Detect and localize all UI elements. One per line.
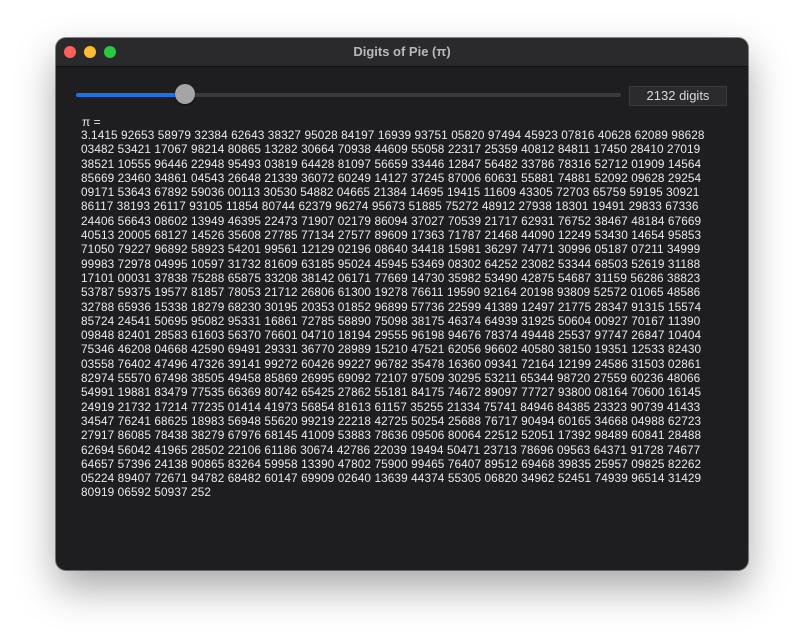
digit-count-field[interactable]: 2132 digits <box>629 86 727 106</box>
pi-digits-text: 3.1415 92653 58979 32384 62643 38327 950… <box>81 128 708 500</box>
window-title: Digits of Pie (π) <box>353 44 451 59</box>
digit-count-slider[interactable] <box>76 83 621 107</box>
title-bar[interactable]: Digits of Pie (π) <box>56 38 748 67</box>
slider-fill <box>76 93 185 97</box>
app-window: Digits of Pie (π) 2132 digits π = 3.1415… <box>56 38 748 570</box>
pi-label: π = <box>82 115 101 129</box>
slider-thumb[interactable] <box>175 84 195 104</box>
